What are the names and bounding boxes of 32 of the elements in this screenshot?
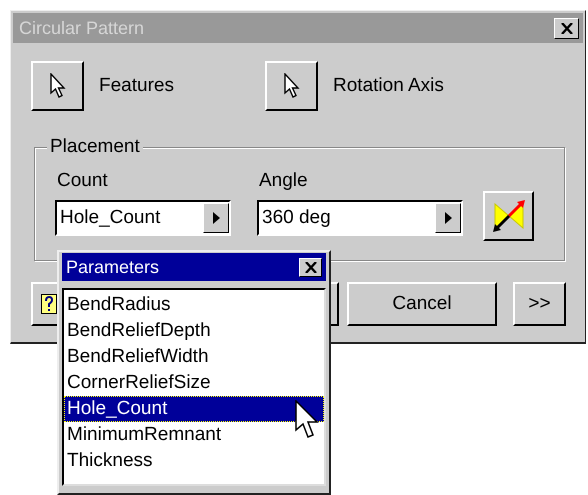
select-button[interactable]	[31, 61, 84, 111]
field-label: Count	[56, 170, 109, 192]
input-field[interactable]: 360 deg	[257, 200, 463, 236]
arrow-button[interactable]	[435, 203, 461, 233]
popup-title: Parameters	[66, 256, 160, 278]
mouse-pointer-icon	[295, 400, 319, 440]
window-title: Circular Pattern	[19, 18, 144, 38]
pointer-icon	[284, 73, 300, 99]
triangle-icon	[212, 212, 220, 224]
arrow-button[interactable]	[203, 203, 229, 233]
list-item[interactable]: MinimumRemnant	[64, 422, 324, 448]
select-button[interactable]	[265, 61, 318, 111]
list-item[interactable]: Thickness	[64, 448, 324, 474]
list-item[interactable]: BendReliefDepth	[64, 318, 324, 344]
pointer-icon	[50, 73, 66, 99]
selector-label: Rotation Axis	[333, 75, 444, 97]
list-item[interactable]: BendRadius	[64, 292, 324, 318]
expand-button[interactable]: >>	[513, 282, 566, 326]
close-icon	[560, 22, 572, 34]
close-button[interactable]	[554, 18, 579, 38]
list-item[interactable]: CornerReliefSize	[64, 370, 324, 396]
selector-label: Features	[99, 75, 174, 97]
list-item[interactable]: BendReliefWidth	[64, 344, 324, 370]
help-icon	[41, 294, 57, 314]
field-label: Angle	[258, 170, 309, 192]
close-icon	[304, 262, 316, 272]
input-field[interactable]: Hole_Count	[55, 200, 231, 236]
list-item[interactable]: Hole_Count	[64, 396, 324, 422]
cancel-button[interactable]: Cancel	[347, 282, 497, 326]
flip-direction-button[interactable]	[483, 191, 534, 241]
close-button[interactable]	[299, 258, 322, 276]
triangle-icon	[444, 212, 452, 224]
